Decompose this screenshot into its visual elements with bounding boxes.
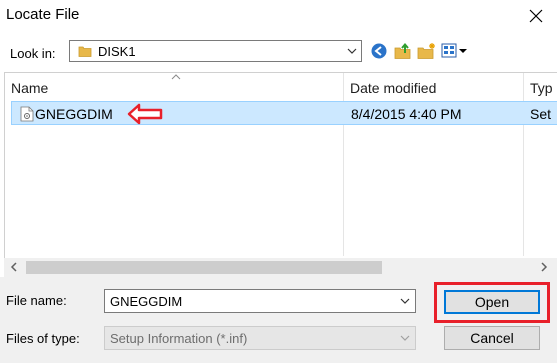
column-header-label: Date modified	[350, 80, 437, 96]
file-name-label: File name:	[6, 293, 67, 308]
folder-icon	[78, 46, 92, 57]
file-name-value: GNEGGDIM	[110, 294, 183, 309]
back-button[interactable]	[370, 42, 390, 62]
scrollbar-thumb[interactable]	[26, 261, 382, 274]
look-in-value: DISK1	[98, 44, 136, 59]
column-header-date-modified[interactable]: Date modified	[344, 73, 524, 101]
window-title: Locate File	[6, 6, 80, 23]
back-icon	[371, 43, 387, 59]
file-name-cell: GNEGGDIM	[35, 106, 113, 122]
cancel-button[interactable]: Cancel	[444, 326, 540, 350]
file-name-input[interactable]: GNEGGDIM	[104, 289, 416, 313]
close-button[interactable]	[515, 0, 557, 31]
files-of-type-value: Setup Information (*.inf)	[110, 331, 248, 346]
scroll-left-icon[interactable]	[9, 262, 19, 272]
files-of-type-label: Files of type:	[6, 331, 80, 346]
files-of-type-dropdown[interactable]: Setup Information (*.inf)	[104, 326, 416, 350]
new-folder-button[interactable]	[417, 42, 437, 62]
file-list[interactable]: Name Date modified Typ GNEGGDIM 8/4/2015…	[4, 72, 557, 277]
chevron-down-icon[interactable]	[400, 297, 410, 305]
column-header-label: Typ	[530, 80, 553, 96]
new-folder-icon	[417, 43, 435, 59]
column-header-type[interactable]: Typ	[524, 73, 557, 101]
view-menu-button[interactable]	[441, 42, 469, 62]
view-menu-icon	[441, 43, 467, 58]
column-header-label: Name	[11, 80, 49, 96]
up-folder-button[interactable]	[394, 42, 414, 62]
setup-file-icon	[20, 106, 34, 122]
look-in-label: Look in:	[10, 46, 56, 61]
sort-ascending-icon	[171, 74, 181, 80]
open-button[interactable]: Open	[444, 290, 540, 314]
up-folder-icon	[394, 42, 411, 59]
chevron-down-icon	[400, 335, 410, 341]
look-in-dropdown[interactable]: DISK1	[69, 40, 362, 62]
close-icon	[529, 9, 543, 23]
file-date-cell: 8/4/2015 4:40 PM	[351, 106, 462, 122]
horizontal-scrollbar[interactable]	[4, 258, 557, 277]
file-type-cell: Set	[530, 106, 552, 122]
scroll-right-icon[interactable]	[539, 262, 549, 272]
annotation-arrow-icon	[127, 103, 163, 125]
chevron-down-icon	[347, 48, 357, 54]
